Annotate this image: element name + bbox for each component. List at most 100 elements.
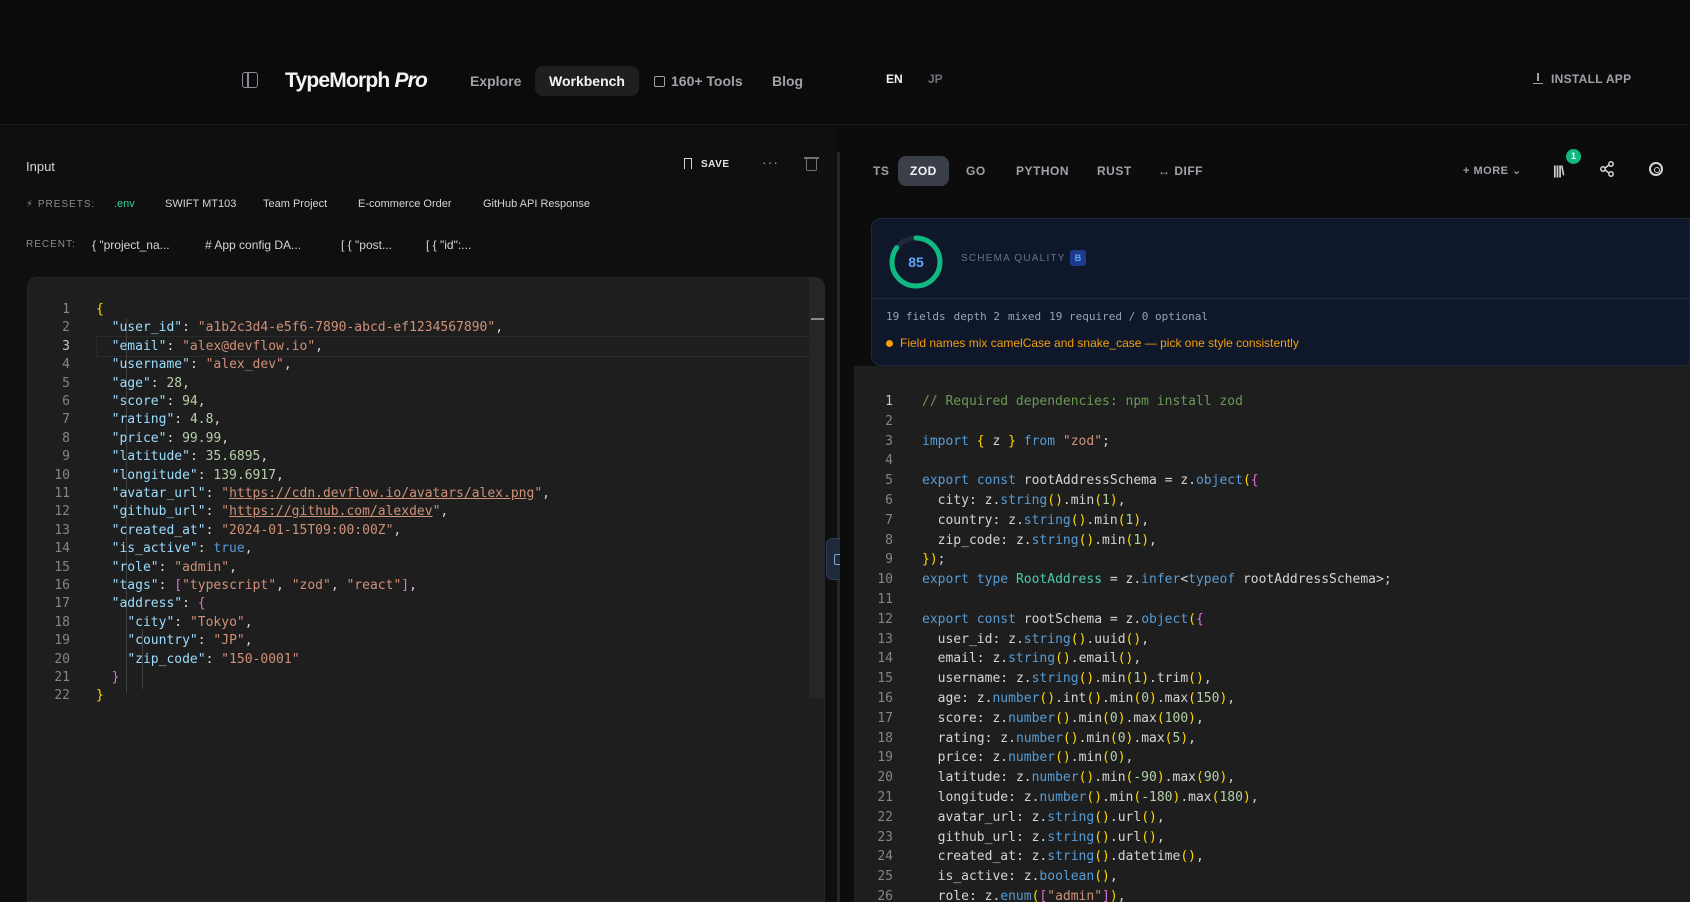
line-number: 3 — [885, 433, 893, 449]
line-number: 16 — [877, 691, 893, 706]
line-content: latitude: z.number().min(-90).max(90), — [937, 770, 1236, 786]
code-line: 22 avatar_url: z.string().url(), — [854, 808, 1164, 828]
code-line: 8 zip_code: z.string().min(1), — [854, 531, 1157, 551]
nav-workbench[interactable]: Workbench — [535, 66, 639, 96]
tab-diff[interactable]: ↔ DIFF — [1146, 156, 1215, 186]
card-divider — [872, 298, 1690, 299]
code-line: 26 role: z.enum(["admin"]), — [854, 887, 1125, 902]
preset-team-project[interactable]: Team Project — [263, 198, 327, 210]
line-number: 19 — [877, 750, 893, 766]
line-content: "latitude": 35.6895, — [111, 449, 269, 465]
line-number: 8 — [62, 430, 70, 446]
tab-zod[interactable]: ZOD — [898, 156, 949, 186]
lang-jp[interactable]: JP — [928, 72, 943, 86]
line-content: role: z.enum(["admin"]), — [937, 889, 1126, 902]
editor-scrollbar[interactable] — [809, 278, 824, 698]
line-number: 21 — [877, 790, 893, 805]
code-line: 16 age: z.number().int().min(0).max(150)… — [854, 689, 1235, 709]
gear-icon[interactable] — [1649, 162, 1663, 176]
code-line: 7 "rating": 4.8, — [28, 410, 221, 430]
preset-env[interactable]: .env — [114, 198, 135, 210]
nav-tools[interactable]: 160+ Tools — [640, 66, 757, 96]
line-number: 1 — [62, 302, 70, 317]
line-number: 26 — [877, 889, 893, 902]
lang-en[interactable]: EN — [886, 72, 903, 86]
line-number: 20 — [54, 651, 70, 667]
line-number: 15 — [877, 671, 893, 687]
code-line: 2 "user_id": "a1b2c3d4-e5f6-7890-abcd-ef… — [28, 318, 503, 338]
line-number: 12 — [54, 504, 70, 520]
library-icon[interactable]: |||\ — [1553, 163, 1564, 178]
line-content: "longitude": 139.6917, — [111, 467, 284, 483]
line-number: 25 — [877, 869, 893, 885]
nav-explore[interactable]: Explore — [456, 66, 535, 96]
diff-arrows-icon: ↔ — [1158, 164, 1175, 178]
line-content: "city": "Tokyo", — [127, 614, 253, 630]
download-icon — [1533, 73, 1543, 84]
line-content: city: z.string().min(1), — [937, 493, 1126, 508]
line-content: score: z.number().min(0).max(100), — [937, 710, 1204, 726]
line-content: "created_at": "2024-01-15T09:00:00Z", — [111, 522, 402, 538]
preset-ecommerce[interactable]: E-commerce Order — [358, 198, 452, 210]
line-content: "tags": ["typescript", "zod", "react"], — [111, 578, 417, 593]
line-content: "avatar_url": "https://cdn.devflow.io/av… — [111, 486, 550, 501]
code-line: 1{ — [28, 300, 104, 320]
sidebar-toggle-icon[interactable] — [242, 72, 258, 88]
trash-icon[interactable] — [804, 157, 819, 171]
line-content: } — [111, 670, 120, 685]
code-line: 21 longitude: z.number().min(-180).max(1… — [854, 788, 1258, 808]
line-content: } — [96, 688, 104, 704]
zod-output-editor[interactable]: 1 // Required dependencies: npm install z… — [854, 366, 1690, 902]
tab-rust[interactable]: RUST — [1085, 156, 1144, 186]
save-button[interactable]: SAVE — [684, 158, 730, 170]
line-content: "score": 94, — [111, 394, 206, 409]
recent-item[interactable]: # App config DA... — [205, 238, 301, 252]
tab-ts[interactable]: TS — [861, 156, 901, 186]
line-number: 13 — [54, 522, 70, 538]
code-line: 11 "avatar_url": "https://cdn.devflow.io… — [28, 484, 550, 504]
code-line: 13 "created_at": "2024-01-15T09:00:00Z", — [28, 521, 401, 541]
schema-stats: 19 fields depth 2 mixed 19 required / 0 opt… — [886, 310, 1216, 323]
line-content: // Required dependencies: npm install zo… — [922, 394, 1243, 409]
code-line: 6 city: z.string().min(1), — [854, 491, 1125, 511]
line-content: "zip_code": "150-0001" — [127, 651, 300, 667]
code-line: 5 "age": 28, — [28, 374, 190, 394]
line-content: rating: z.number().min(0).max(5), — [937, 730, 1196, 746]
quality-grade-badge: B — [1070, 250, 1086, 266]
tab-python[interactable]: PYTHON — [1004, 156, 1081, 186]
code-line: 15 "role": "admin", — [28, 558, 237, 578]
more-options-button[interactable]: ··· — [762, 154, 779, 170]
naming-warning: Field names mix camelCase and snake_case… — [886, 336, 1299, 350]
code-line: 19 "country": "JP", — [28, 631, 252, 651]
code-line: 25 is_active: z.boolean(), — [854, 867, 1117, 887]
app-logo[interactable]: TypeMorph Pro — [285, 69, 428, 93]
chevron-down-icon: ⌄ — [1512, 165, 1522, 177]
line-number: 10 — [54, 467, 70, 483]
code-line: 18 rating: z.number().min(0).max(5), — [854, 729, 1196, 749]
line-content: avatar_url: z.string().url(), — [937, 809, 1165, 825]
line-number: 22 — [54, 688, 70, 704]
code-line: 19 price: z.number().min(0), — [854, 748, 1133, 768]
install-app-button[interactable]: INSTALL APP — [1533, 72, 1631, 86]
line-number: 18 — [877, 730, 893, 746]
stat-style: mixed — [1007, 310, 1042, 323]
share-icon[interactable] — [1599, 161, 1615, 177]
preset-swift[interactable]: SWIFT MT103 — [165, 198, 236, 210]
tab-go[interactable]: GO — [954, 156, 998, 186]
preset-github[interactable]: GitHub API Response — [483, 198, 590, 210]
line-content: is_active: z.boolean(), — [937, 869, 1118, 885]
recent-item[interactable]: { "project_na... — [92, 238, 170, 252]
line-content: "address": { — [111, 596, 206, 612]
more-languages-dropdown[interactable]: + MORE ⌄ — [1463, 164, 1522, 177]
nav-blog[interactable]: Blog — [758, 66, 817, 96]
json-input-editor[interactable]: 1{2 "user_id": "a1b2c3d4-e5f6-7890-abcd-… — [27, 277, 825, 902]
line-number: 7 — [885, 512, 893, 528]
code-line: 3 import { z } from "zod"; — [854, 432, 1110, 452]
line-number: 13 — [877, 631, 893, 647]
recent-item[interactable]: [ { "id":... — [426, 238, 471, 252]
recent-item[interactable]: [ { "post... — [341, 238, 392, 252]
line-content: "price": 99.99, — [111, 430, 230, 446]
code-line: 3 "email": "alex@devflow.io", — [28, 337, 323, 357]
code-line: 14 "is_active": true, — [28, 539, 252, 559]
code-line: 14 email: z.string().email(), — [854, 649, 1141, 669]
